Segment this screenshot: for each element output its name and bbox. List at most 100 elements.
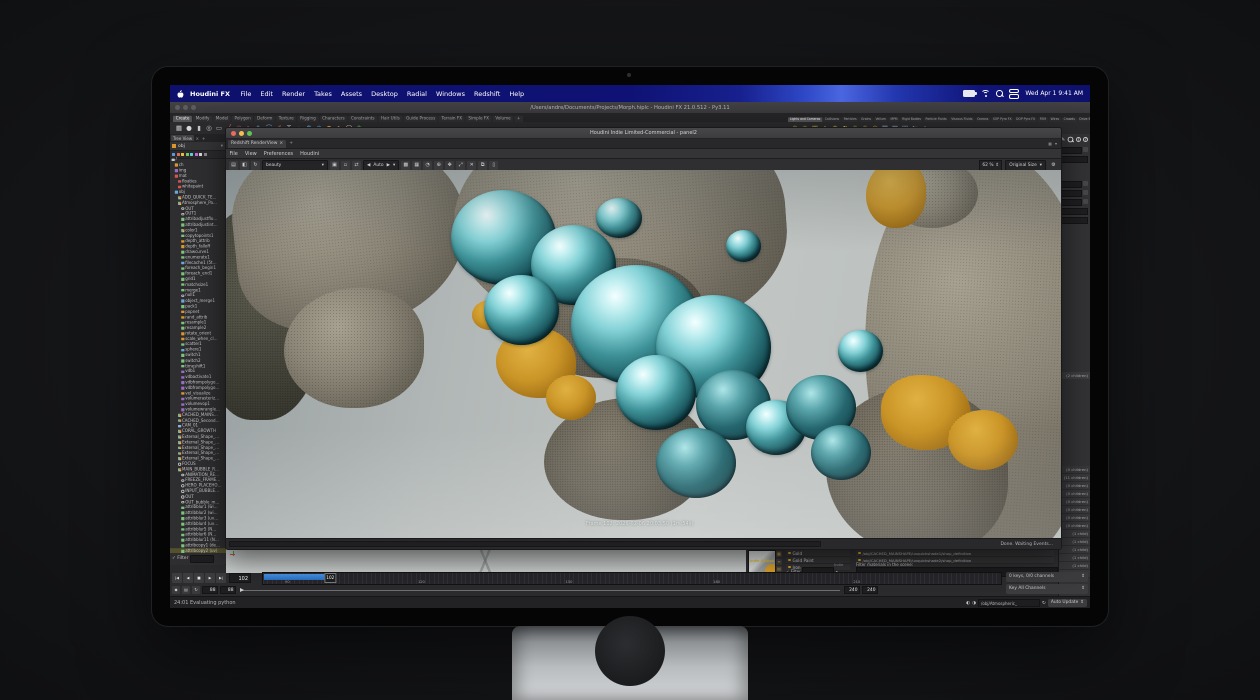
pan-view-icon[interactable]: ✥ (445, 161, 454, 170)
help-icon[interactable]: ? (1083, 137, 1088, 142)
add-tab-icon[interactable]: + (200, 136, 206, 141)
stop-button[interactable]: ■ (194, 573, 204, 583)
snapshot-icon[interactable]: ▤ (229, 161, 238, 170)
scene-viewport-strip[interactable] (226, 548, 746, 573)
prev-icon[interactable]: ◀ (367, 162, 370, 170)
parm-field[interactable] (1061, 199, 1088, 206)
material-path-row[interactable]: /obj/CACHED_MAINSHAPE/uvquickshade1/shop… (856, 550, 1054, 557)
playback-options-button[interactable]: ▤ (182, 586, 190, 594)
jump-button[interactable] (1083, 199, 1088, 204)
flag-toggle-icon[interactable]: ◐ (966, 601, 970, 606)
grid-tool-icon[interactable]: ▭ (214, 122, 224, 134)
jump-button[interactable] (1083, 181, 1088, 186)
sphere-tool-icon[interactable]: ● (184, 122, 194, 134)
jump-button[interactable] (1083, 190, 1088, 195)
set-key-button[interactable]: ◆ (172, 586, 180, 594)
children-count-row[interactable]: (1 child) (1059, 546, 1090, 554)
stepper-icon[interactable]: ⇕ (996, 161, 1000, 170)
menubar-item[interactable]: File (236, 90, 256, 98)
settings-gear-icon[interactable]: ⚙ (1049, 161, 1058, 170)
parm-field[interactable] (1061, 190, 1088, 197)
parm-field[interactable] (1061, 181, 1088, 188)
tree-group-row[interactable]: (2 children) (1059, 372, 1090, 379)
pane-dropdown-icon[interactable]: ▾ (1055, 141, 1057, 146)
children-count-row[interactable]: (1 child) (1059, 562, 1090, 570)
menubar-item[interactable]: Edit (256, 90, 278, 98)
render-menu-item[interactable]: Houdini (297, 151, 323, 157)
key-all-channels-dropdown[interactable]: Key All Channels ⇕ (1006, 584, 1088, 594)
clear-region-icon[interactable]: ✕ (467, 161, 476, 170)
menubar-clock[interactable]: Wed Apr 1 9:41 AM (1025, 90, 1083, 97)
jump-to-start-button[interactable]: |◀ (172, 573, 182, 583)
wifi-icon[interactable] (981, 90, 990, 97)
children-count-row[interactable]: (0 children) (1059, 482, 1090, 490)
step-back-button[interactable]: ◀ (183, 573, 193, 583)
menubar-app-name[interactable]: Houdini FX (185, 90, 235, 98)
ab-compare-icon[interactable]: ◧ (240, 161, 249, 170)
jump-button[interactable] (1083, 147, 1088, 152)
material-row[interactable]: Gold (786, 550, 850, 557)
range-start-field[interactable]: 88 (202, 586, 218, 594)
menubar-item[interactable]: Help (505, 90, 529, 98)
tab-tree-view[interactable]: Tree View (171, 135, 194, 141)
children-count-row[interactable]: (0 children) (1059, 522, 1090, 530)
children-count-row[interactable]: (0 children) (1059, 514, 1090, 522)
menubar-item[interactable]: Windows (431, 90, 469, 98)
menubar-item[interactable]: Render (277, 90, 309, 98)
target-icon[interactable]: ⊕ (434, 161, 443, 170)
tree-path-bar[interactable]: obj ▾ (170, 142, 225, 151)
jump-to-end-button[interactable]: ▶| (216, 573, 226, 583)
tree-filter-input[interactable] (190, 555, 214, 563)
fit-view-icon[interactable]: ⤢ (456, 161, 465, 170)
children-count-row[interactable]: (11 children) (1059, 474, 1090, 482)
filter-check-icon[interactable]: ✓ (172, 556, 176, 561)
grid-overlay-icon[interactable]: ▦ (412, 161, 421, 170)
menubar-item[interactable]: Assets (336, 90, 366, 98)
parm-field[interactable] (1061, 156, 1088, 163)
refresh-icon[interactable]: ↻ (1042, 601, 1046, 606)
playback-end-field[interactable]: 240 (844, 586, 860, 594)
range-slider[interactable] (240, 586, 840, 594)
menubar-item[interactable]: Radial (402, 90, 431, 98)
spotlight-search-icon[interactable] (996, 90, 1003, 97)
next-icon[interactable]: ▶ (387, 162, 390, 170)
bucket-render-icon[interactable]: ▫ (341, 161, 350, 170)
pane-menu-icon[interactable]: ▦ (1048, 141, 1052, 146)
children-count-row[interactable]: (0 children) (1059, 466, 1090, 474)
clipboard-icon[interactable]: ▯ (489, 161, 498, 170)
clock-icon[interactable]: ◔ (423, 161, 432, 170)
loop-render-icon[interactable]: ⇄ (352, 161, 361, 170)
search-icon[interactable] (1068, 137, 1074, 143)
lock-view-icon[interactable]: ▩ (401, 161, 410, 170)
tube-tool-icon[interactable]: ▮ (194, 122, 204, 134)
keys-summary-dropdown[interactable]: 0 keys, 0/0 channels ⇕ (1006, 572, 1088, 582)
tab-redshift-renderview[interactable]: Redshift RenderView × (228, 140, 286, 148)
children-count-row[interactable]: (0 children) (1059, 506, 1090, 514)
auto-update-dropdown[interactable]: Auto Update ⇕ (1048, 599, 1087, 607)
box-tool-icon[interactable]: ▦ (174, 122, 184, 134)
info-icon[interactable]: i (1076, 137, 1081, 142)
control-center-icon[interactable] (1009, 89, 1019, 99)
children-count-row[interactable]: (0 children) (1059, 490, 1090, 498)
children-count-row[interactable]: (1 child) (1059, 538, 1090, 546)
parm-field[interactable] (1061, 217, 1088, 224)
children-count-row[interactable]: (1 child) (1059, 530, 1090, 538)
play-button[interactable]: ▶ (205, 573, 215, 583)
render-menu-item[interactable]: View (241, 151, 260, 157)
timeline-ruler[interactable]: 102 90120150180210 (262, 572, 1002, 585)
current-frame-field[interactable]: 102 (229, 573, 251, 583)
render-window-titlebar[interactable]: Houdini Indie Limited-Commercial - panel… (226, 128, 1061, 139)
render-image[interactable]: Frame 102: 2026-02-06 20:03:50 (1m:54s) (226, 170, 1061, 539)
parm-field[interactable] (1061, 147, 1088, 154)
playback-start-field[interactable]: 88 (220, 586, 236, 594)
battery-icon[interactable] (963, 90, 975, 97)
parm-field[interactable] (1061, 208, 1088, 215)
render-region-icon[interactable]: ▣ (330, 161, 339, 170)
material-gallery-view-button[interactable]: ▦ (776, 551, 782, 557)
update-path-field[interactable]: /obj/Atmospheric_ (978, 599, 1040, 607)
children-count-row[interactable]: (1 child) (1059, 554, 1090, 562)
menubar-item[interactable]: Takes (310, 90, 337, 98)
torus-tool-icon[interactable]: ◎ (204, 122, 214, 134)
range-end-field[interactable]: 240 (862, 586, 878, 594)
material-list-view-button[interactable]: ≡ (776, 559, 782, 565)
